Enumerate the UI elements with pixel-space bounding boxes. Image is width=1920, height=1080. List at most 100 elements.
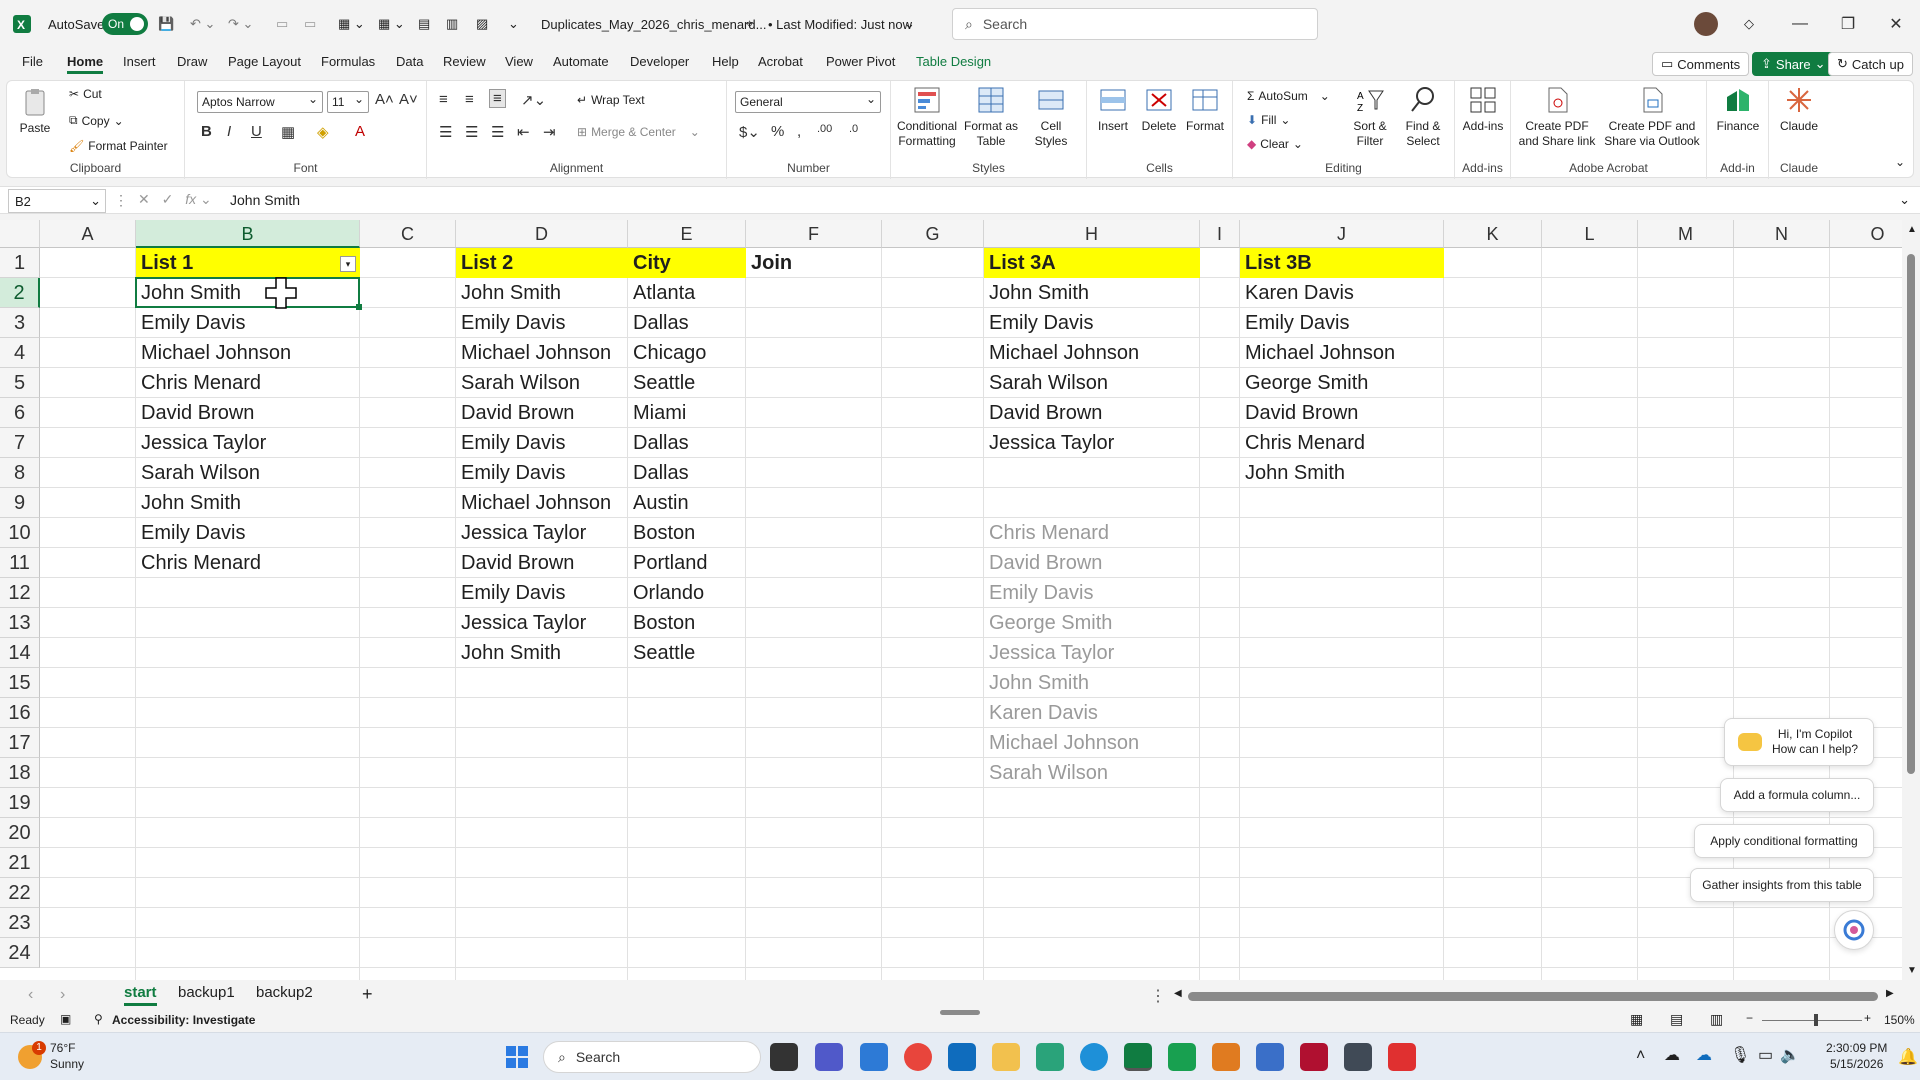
paste-qat-icon[interactable]: ▭ [276,0,288,48]
zoom-out-icon[interactable]: − [1746,1011,1753,1025]
windows-start-icon[interactable] [505,1045,529,1069]
powerpoint-icon[interactable] [1212,1043,1240,1071]
list3b-cell[interactable]: Michael Johnson [1240,338,1444,368]
format-painter-button[interactable]: 🖌 Format Painter [69,139,168,153]
increase-indent-icon[interactable]: ⇥ [543,123,556,141]
list1-cell[interactable]: David Brown [136,398,360,428]
list2-cell[interactable]: David Brown [456,398,628,428]
app3-icon[interactable] [1344,1043,1372,1071]
list2-cell[interactable]: Michael Johnson [456,488,628,518]
wifi-icon[interactable]: ▭ [1758,1045,1773,1065]
font-size-select[interactable]: 11 [327,91,369,113]
copy-qat-icon[interactable]: ▭ [304,0,316,48]
fill-color-icon[interactable]: ◈ [317,123,329,141]
ghost-list-cell[interactable]: Sarah Wilson [984,758,1200,788]
row-header-21[interactable]: 21 [0,848,40,878]
row-header-17[interactable]: 17 [0,728,40,758]
list3a-header[interactable]: List 3A [984,248,1200,278]
increase-font-icon[interactable]: A˄ [375,91,394,108]
scroll-down-icon[interactable]: ▼ [1907,965,1917,976]
list2-cell[interactable]: Emily Davis [456,428,628,458]
prev-sheet-icon[interactable]: ‹ [28,986,33,1004]
align-center-icon[interactable]: ☰ [465,123,478,141]
orientation-icon[interactable]: ↗⌄ [521,91,546,109]
tab-acrobat[interactable]: Acrobat [758,54,803,69]
restore-icon[interactable]: ❐ [1824,0,1872,48]
collapse-ribbon-icon[interactable]: ⌄ [1895,155,1905,169]
last-modified[interactable]: • Last Modified: Just now [768,0,912,48]
list3a-cell[interactable]: Jessica Taylor [984,428,1200,458]
row-header-12[interactable]: 12 [0,578,40,608]
insert-function-icon[interactable]: fx [185,191,196,207]
row-header-7[interactable]: 7 [0,428,40,458]
borders-icon[interactable]: ▦ [281,123,295,141]
percent-icon[interactable]: % [771,123,784,140]
grid-qat-icon[interactable]: ▥ [446,0,458,48]
merge-center-button[interactable]: ⊞ Merge & Center ⌄ [577,125,700,139]
qat-customize-icon[interactable]: ⌄ [508,0,519,48]
copilot-button[interactable] [1834,910,1874,950]
column-header-c[interactable]: C [360,220,456,248]
list1-cell[interactable]: Emily Davis [136,308,360,338]
page-layout-view-icon[interactable]: ▤ [1670,1011,1683,1028]
cancel-icon[interactable]: ✕ [138,191,150,207]
horizontal-scroll-thumb[interactable] [1188,992,1878,1001]
image-qat-icon[interactable]: ▨ [476,0,488,48]
finance-button[interactable]: Finance [1711,85,1765,134]
row-header-13[interactable]: 13 [0,608,40,638]
copilot-suggestion-insights[interactable]: Gather insights from this table [1690,868,1874,902]
align-right-icon[interactable]: ☰ [491,123,504,141]
list3b-cell[interactable]: John Smith [1240,458,1444,488]
save-icon[interactable]: 💾 [158,0,174,48]
list1-cell[interactable]: John Smith [136,488,360,518]
microphone-icon[interactable]: 🎙 [1730,1045,1750,1065]
onedrive-icon[interactable]: ☁ [1696,1045,1712,1065]
format-cells-button[interactable]: Format [1183,85,1227,134]
list3a-cell[interactable]: John Smith [984,278,1200,308]
ghost-list-cell[interactable]: David Brown [984,548,1200,578]
active-cell-b2[interactable] [135,277,360,308]
list3a-cell[interactable]: Emily Davis [984,308,1200,338]
volume-icon[interactable]: 🔈 [1780,1045,1800,1065]
city-cell[interactable]: Dallas [628,458,746,488]
list2-cell[interactable]: Michael Johnson [456,338,628,368]
page-break-view-icon[interactable]: ▥ [1710,1011,1723,1028]
ghost-list-cell[interactable]: Michael Johnson [984,728,1200,758]
align-bottom-icon[interactable]: ≡ [489,89,506,108]
row-header-10[interactable]: 10 [0,518,40,548]
clock-time[interactable]: 2:30:09 PM [1826,1041,1887,1055]
number-format-select[interactable]: General [735,91,881,113]
worksheet-grid[interactable]: A B C D E F G H I J K L M N O 1 2 3 4 5 6 7 8 9 10 11 12 13 14 15 16 17… [0,220,1902,980]
fill-handle[interactable] [356,304,362,310]
column-header-g[interactable]: G [882,220,984,248]
snip-icon[interactable] [1256,1043,1284,1071]
name-box[interactable]: B2 ⌄ [8,189,106,213]
list1-header[interactable]: List 1 [136,248,360,278]
column-header-o[interactable]: O [1830,220,1902,248]
list3b-header[interactable]: List 3B [1240,248,1444,278]
city-cell[interactable]: Austin [628,488,746,518]
row-header-8[interactable]: 8 [0,458,40,488]
row-header-19[interactable]: 19 [0,788,40,818]
close-icon[interactable]: ✕ [1872,0,1920,48]
column-header-m[interactable]: M [1638,220,1734,248]
list2-cell[interactable]: Emily Davis [456,578,628,608]
list2-cell[interactable]: David Brown [456,548,628,578]
sheet-tab-backup2[interactable]: backup2 [256,984,313,1001]
decrease-indent-icon[interactable]: ⇤ [517,123,530,141]
list1-cell[interactable]: Michael Johnson [136,338,360,368]
delete-cells-button[interactable]: Delete [1137,85,1181,134]
notifications-icon[interactable]: 🔔 [1898,1047,1918,1067]
row-header-16[interactable]: 16 [0,698,40,728]
row-header-24[interactable]: 24 [0,938,40,968]
row-header-6[interactable]: 6 [0,398,40,428]
copilot-suggestion-conditional[interactable]: Apply conditional formatting [1694,824,1874,858]
sheet-tab-backup1[interactable]: backup1 [178,984,235,1001]
font-name-select[interactable]: Aptos Narrow [197,91,323,113]
tab-home[interactable]: Home [67,54,104,74]
row-header-5[interactable]: 5 [0,368,40,398]
zoom-slider-thumb[interactable] [1814,1014,1818,1026]
city-cell[interactable]: Portland [628,548,746,578]
city-cell[interactable]: Seattle [628,368,746,398]
app4-icon[interactable] [1388,1043,1416,1071]
